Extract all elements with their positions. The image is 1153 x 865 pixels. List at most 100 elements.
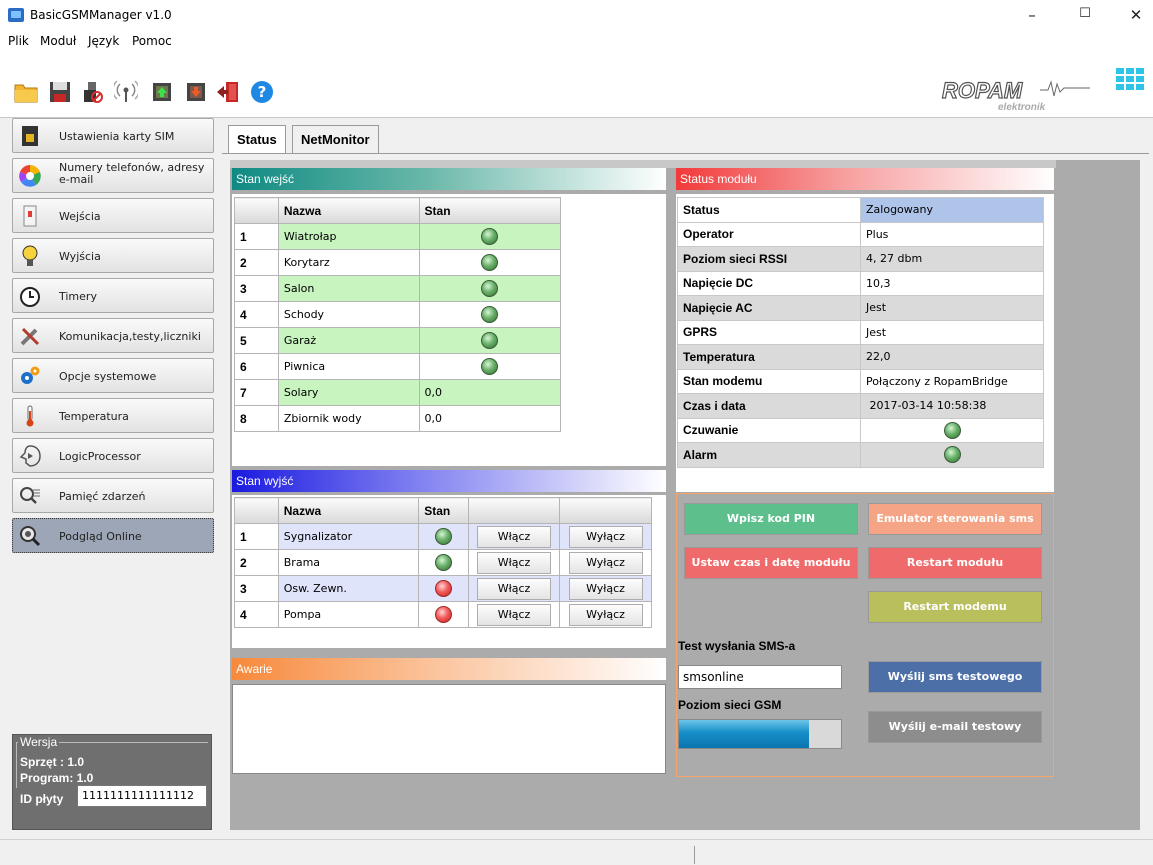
table-row: 8 Zbiornik wody 0,0 [234,405,562,432]
output-name: Brama [277,549,420,576]
table-row: Czas i data 2017-03-14 10:58:38 [677,393,1044,419]
output-off-button[interactable]: Wyłącz [568,603,643,626]
sidebar-item-logicprocessor[interactable]: LogicProcessor [12,438,214,473]
led-green-icon [435,554,453,571]
led-green-icon [481,332,499,349]
open-folder-icon[interactable] [14,80,38,104]
usb-disconnect-icon[interactable] [80,80,104,104]
led-green-icon [481,306,499,323]
output-on-button[interactable]: Włącz [477,603,552,626]
save-icon[interactable] [48,80,72,104]
enter-pin-button[interactable]: Wpisz kod PIN [684,503,858,535]
input-state [418,301,562,328]
input-name: Piwnica [277,353,420,380]
wireless-signal-icon[interactable] [114,80,138,104]
sms-test-input[interactable]: smsonline [678,665,842,689]
magnifier-icon [20,526,41,547]
outputs-table: Nazwa Stan 1 Sygnalizator Włącz Wyłącz 2 Bra… [234,497,652,628]
logic-icon [19,445,41,467]
status-value: Jest [860,319,1044,345]
status-bar [0,839,1153,865]
exit-door-icon[interactable] [216,80,240,104]
sidebar-item-temperature[interactable]: Temperatura [12,398,214,433]
tab-status[interactable]: Status [228,125,286,153]
table-row: GPRS Jest [677,319,1044,345]
output-on-cell: Włącz [468,575,561,602]
chip-upload-icon[interactable] [150,80,174,104]
chip-download-icon[interactable] [184,80,208,104]
window-title: BasicGSMManager v1.0 [30,8,172,22]
maximize-button[interactable]: ☐ [1075,6,1095,24]
menu-pomoc[interactable]: Pomoc [132,34,172,48]
sidebar-item-event-log[interactable]: Pamięć zdarzeń [12,478,214,513]
status-key: Alarm [677,442,861,468]
status-key: Napięcie DC [677,270,861,296]
sms-emulator-button[interactable]: Emulator sterowania sms [868,503,1042,535]
output-state [418,523,470,550]
sidebar-item-outputs[interactable]: Wyjścia [12,238,214,273]
output-off-button[interactable]: Wyłącz [568,525,643,548]
svg-text:?: ? [258,83,267,101]
send-test-email-button[interactable]: Wyślij e-mail testowy [868,711,1042,743]
sidebar-item-system-options[interactable]: Opcje systemowe [12,358,214,393]
faults-list[interactable] [232,684,666,774]
inputs-header: Stan wejść [232,168,666,190]
menu-plik[interactable]: Plik [8,34,29,48]
close-button[interactable]: ✕ [1126,6,1146,24]
table-row: 2 Brama Włącz Wyłącz [234,549,652,576]
status-key: Operator [677,221,861,247]
status-value: 4, 27 dbm [860,246,1044,272]
set-time-button[interactable]: Ustaw czas i datę modułu [684,547,858,579]
output-state [418,575,470,602]
inputs-table: Nazwa Stan 1 Wiatrołap 2 Korytarz 3 Salon 4… [234,197,562,432]
sidebar-item-communication[interactable]: Komunikacja,testy,liczniki [12,318,214,353]
sidebar-item-inputs[interactable]: Wejścia [12,198,214,233]
row-number: 3 [234,575,279,602]
sidebar-item-label: LogicProcessor [59,450,141,463]
row-number: 8 [234,405,279,432]
status-key: Napięcie AC [677,295,861,321]
table-row: 1 Sygnalizator Włącz Wyłącz [234,523,652,550]
sidebar-item-label: Timery [59,290,97,303]
input-name: Wiatrołap [277,223,420,250]
sidebar-item-label: Komunikacja,testy,liczniki [59,330,201,343]
output-off-button[interactable]: Wyłącz [568,551,643,574]
sidebar-item-numbers[interactable]: Numery telefonów, adresy e-mail [12,158,214,193]
output-off-button[interactable]: Wyłącz [568,577,643,600]
output-on-button[interactable]: Włącz [477,525,552,548]
input-name: Garaż [277,327,420,354]
output-on-cell: Włącz [468,549,561,576]
status-key: Czuwanie [677,417,861,443]
row-number: 2 [234,549,279,576]
ropam-logo: ROPAM elektronik [941,78,1090,113]
status-key: Temperatura [677,344,861,370]
tab-netmonitor[interactable]: NetMonitor [292,125,379,153]
restart-modem-button[interactable]: Restart modemu [868,591,1042,623]
sidebar-item-online-preview[interactable]: Podgląd Online [12,518,214,553]
menu-jezyk[interactable]: Język [88,34,119,48]
send-test-sms-button[interactable]: Wyślij sms testowego [868,661,1042,693]
help-icon[interactable]: ? [250,80,274,104]
menu-modul[interactable]: Moduł [40,34,76,48]
minimize-button[interactable]: – [1022,6,1042,24]
sidebar-item-sim[interactable]: Ustawienia karty SIM [12,118,214,153]
output-off-cell: Wyłącz [559,601,652,628]
output-on-button[interactable]: Włącz [477,577,552,600]
row-number: 1 [234,523,279,550]
table-row: Stan modemu Połączony z RopamBridge [677,368,1044,394]
restart-module-button[interactable]: Restart modułu [868,547,1042,579]
version-panel: Wersja Sprzęt : 1.0 Program: 1.0 ID płyt… [12,734,212,830]
light-bulb-icon [22,245,38,266]
input-name: Salon [277,275,420,302]
status-value: Jest [860,295,1044,321]
sidebar-item-timers[interactable]: Timery [12,278,214,313]
status-value: 2017-03-14 10:58:38 [860,393,1044,419]
input-value: 0,0 [418,379,562,406]
board-id-field[interactable]: 1111111111111112 [77,785,207,807]
led-green-icon [943,421,961,439]
menu-bar: Plik Moduł Język Pomoc [0,30,1153,52]
column-header: Nazwa [277,197,420,224]
output-on-button[interactable]: Włącz [477,551,552,574]
column-header [234,197,279,224]
status-key: Czas i data [677,393,861,419]
